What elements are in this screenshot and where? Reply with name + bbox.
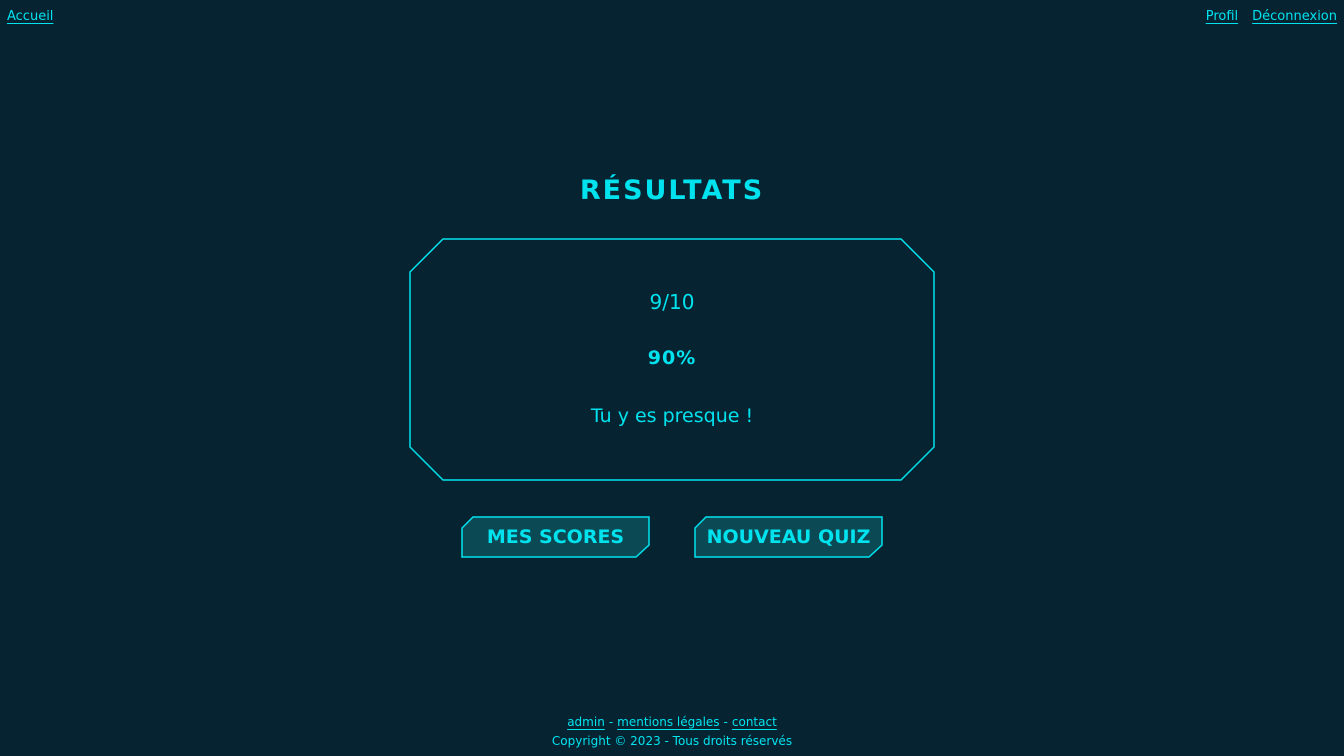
- footer-links: admin - mentions légales - contact: [0, 715, 1344, 729]
- admin-link[interactable]: admin: [567, 715, 605, 729]
- new-quiz-button[interactable]: NOUVEAU QUIZ: [694, 516, 883, 558]
- results-card: 9/10 90% Tu y es presque !: [409, 238, 935, 481]
- new-quiz-label: NOUVEAU QUIZ: [706, 526, 871, 548]
- footer-separator: -: [608, 715, 614, 729]
- my-scores-button[interactable]: MES SCORES: [461, 516, 650, 558]
- my-scores-label: MES SCORES: [486, 526, 625, 548]
- profile-link[interactable]: Profil: [1206, 9, 1238, 24]
- page-title: RÉSULTATS: [579, 175, 765, 206]
- top-nav-right: Profil Déconnexion: [1206, 9, 1337, 24]
- score-value: 9/10: [649, 290, 695, 314]
- logout-link[interactable]: Déconnexion: [1252, 9, 1337, 24]
- results-page: Accueil Profil Déconnexion RÉSULTATS 9/1…: [0, 0, 1344, 756]
- home-link[interactable]: Accueil: [7, 9, 53, 24]
- result-message: Tu y es presque !: [590, 405, 754, 427]
- legal-link[interactable]: mentions légales: [617, 715, 719, 729]
- percent-value: 90%: [647, 347, 697, 369]
- contact-link[interactable]: contact: [732, 715, 777, 729]
- top-nav-left: Accueil: [7, 9, 53, 24]
- footer-separator: -: [723, 715, 728, 729]
- copyright: Copyright © 2023 - Tous droits réservés: [551, 734, 793, 748]
